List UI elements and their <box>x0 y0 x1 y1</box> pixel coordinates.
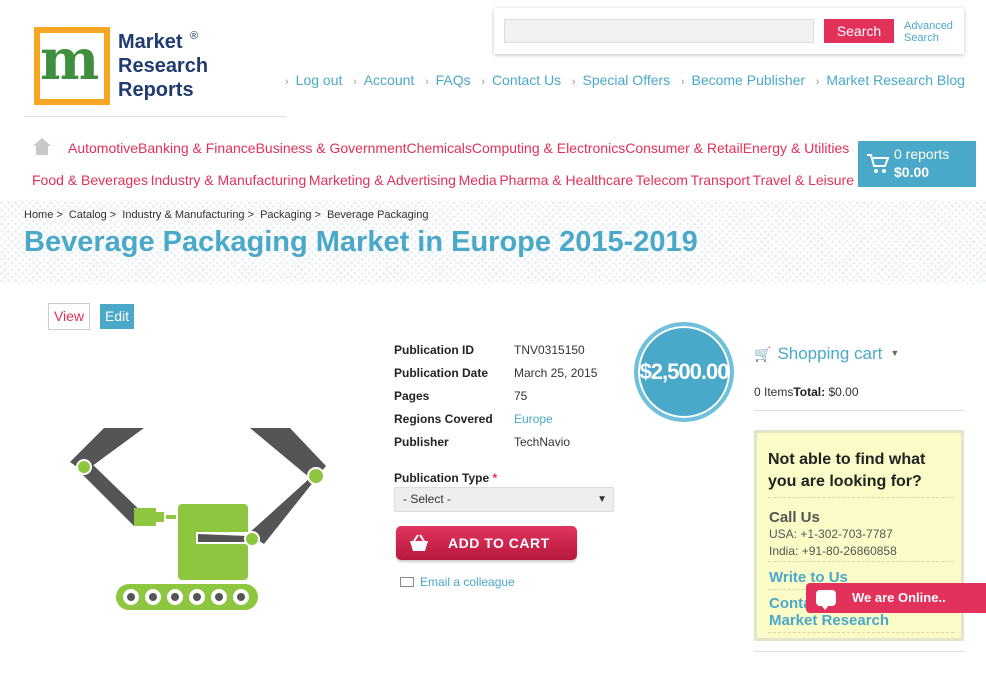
category-link[interactable]: Business & Government <box>256 140 407 156</box>
become-publisher-link[interactable]: Become Publisher <box>681 72 805 88</box>
live-chat-button[interactable]: We are Online.. <box>806 583 986 613</box>
category-nav-row-1: Automotive Banking & Finance Business & … <box>68 140 849 156</box>
breadcrumb-packaging[interactable]: Packaging <box>260 209 311 221</box>
detail-row: Pages 75 <box>394 389 528 403</box>
divider <box>754 651 964 652</box>
category-nav-row-2: Food & Beverages Industry & Manufacturin… <box>32 172 854 188</box>
contact-us-link[interactable]: Contact Us <box>481 72 561 88</box>
category-link[interactable]: Automotive <box>68 140 138 156</box>
email-colleague-link[interactable]: Email a colleague <box>400 575 515 589</box>
shopping-cart-heading[interactable]: 🛒 Shopping cart ▼ <box>754 344 899 364</box>
contact-link-line2[interactable]: Market Research <box>769 612 889 629</box>
help-heading: Not able to find what you are looking fo… <box>768 451 926 490</box>
publication-details: Publication ID TNV0315150 Publication Dat… <box>394 343 597 458</box>
cart-report-count: 0 reports <box>894 146 950 162</box>
special-offers-link[interactable]: Special Offers <box>572 72 671 88</box>
dropdown-arrow-icon: ▼ <box>597 494 607 505</box>
phone-usa: USA: +1-302-703-7787 <box>769 527 893 541</box>
header-cart-button[interactable]: 0 reports $0.00 <box>858 141 976 187</box>
site-logo[interactable]: m Market Research Reports ® <box>34 26 214 106</box>
region-link[interactable]: Europe <box>514 412 553 435</box>
breadcrumb-current: Beverage Packaging <box>326 209 429 221</box>
breadcrumb-catalog[interactable]: Catalog <box>69 209 107 221</box>
top-links: Log out Account FAQs Contact Us Special … <box>285 72 965 88</box>
publication-type-label: Publication Type * <box>394 471 498 485</box>
divider <box>754 410 964 411</box>
category-link[interactable]: Media <box>459 172 497 188</box>
category-link[interactable]: Industry & Manufacturing <box>151 172 307 188</box>
breadcrumb: Home > Catalog > Industry & Manufacturing >… <box>24 209 429 221</box>
tab-view[interactable]: View <box>48 303 90 330</box>
category-link[interactable]: Consumer & Retail <box>625 140 743 156</box>
category-link[interactable]: Transport <box>691 172 750 188</box>
divider <box>768 561 954 562</box>
divider <box>768 632 954 633</box>
faqs-link[interactable]: FAQs <box>425 72 471 88</box>
price-badge: $2,500.00 <box>634 322 734 422</box>
cart-icon <box>866 153 890 181</box>
breadcrumb-industry[interactable]: Industry & Manufacturing <box>122 209 244 221</box>
search-button[interactable]: Search <box>824 19 894 43</box>
phone-india: India: +91-80-26860858 <box>769 544 897 558</box>
divider <box>768 497 954 498</box>
cart-total: $0.00 <box>894 164 930 180</box>
basket-icon <box>408 533 428 553</box>
breadcrumb-home[interactable]: Home <box>24 209 53 221</box>
publication-type-select[interactable]: - Select - ▼ <box>394 487 614 512</box>
call-us-heading: Call Us <box>769 509 820 526</box>
add-to-cart-button[interactable]: ADD TO CART <box>396 526 577 560</box>
category-link[interactable]: Energy & Utilities <box>743 140 850 156</box>
blog-link[interactable]: Market Research Blog <box>816 72 965 88</box>
category-link[interactable]: Marketing & Advertising <box>309 172 456 188</box>
account-link[interactable]: Account <box>353 72 415 88</box>
detail-row: Regions Covered Europe <box>394 412 597 435</box>
category-link[interactable]: Banking & Finance <box>138 140 256 156</box>
detail-row: Publisher TechNavio <box>394 435 571 449</box>
logout-link[interactable]: Log out <box>285 72 343 88</box>
product-image <box>64 420 344 620</box>
search-input[interactable] <box>504 19 814 43</box>
category-link[interactable]: Computing & Electronics <box>472 140 625 156</box>
divider <box>24 116 286 117</box>
detail-row: Publication Date March 25, 2015 <box>394 366 598 380</box>
category-link[interactable]: Travel & Leisure <box>753 172 854 188</box>
logo-mark-icon: m <box>34 27 110 105</box>
cart-icon: 🛒 <box>754 346 772 362</box>
page-title: Beverage Packaging Market in Europe 2015… <box>24 226 698 258</box>
cart-summary: 0 ItemsTotal: $0.00 <box>754 385 859 399</box>
tab-edit[interactable]: Edit <box>100 304 134 329</box>
chat-bubble-icon <box>816 590 836 610</box>
logo-text: Market Research Reports ® <box>118 30 209 101</box>
category-link[interactable]: Chemicals <box>407 140 472 156</box>
chevron-down-icon: ▼ <box>890 348 900 358</box>
envelope-icon <box>400 577 414 587</box>
detail-row: Publication ID TNV0315150 <box>394 343 585 357</box>
category-link[interactable]: Telecom <box>636 172 688 188</box>
advanced-search-link[interactable]: Advanced Search <box>904 20 953 44</box>
search-bar: Search Advanced Search <box>494 8 964 54</box>
category-link[interactable]: Pharma & Healthcare <box>499 172 633 188</box>
home-icon[interactable] <box>33 138 51 156</box>
title-band: Home > Catalog > Industry & Manufacturing >… <box>0 200 986 284</box>
category-link[interactable]: Food & Beverages <box>32 172 148 188</box>
